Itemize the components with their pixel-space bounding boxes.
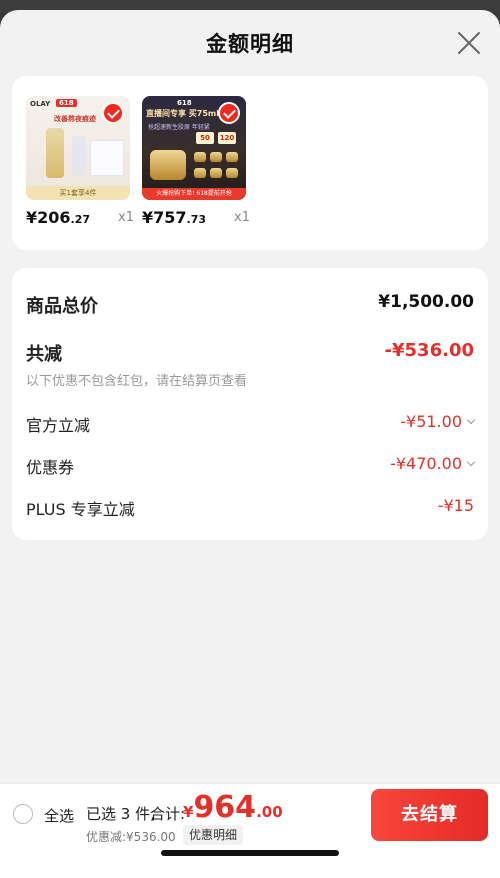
sheet-header: 金额明细 [0, 10, 500, 76]
image-footer: 买1套享4件 [26, 186, 130, 200]
discount-note: 以下优惠不包含红包，请在结算页查看 [26, 374, 248, 389]
selected-count: 已选 3 件, [86, 805, 155, 823]
sheet-title: 金额明细 [206, 32, 294, 56]
checkout-button[interactable]: 去结算 [371, 789, 488, 841]
close-icon[interactable] [456, 30, 482, 56]
discount-value: -¥51.00 [400, 412, 476, 431]
chevron-down-icon [466, 415, 476, 425]
chevron-down-icon [466, 457, 476, 467]
promo-sub: 抢超速新生胶原 年轻紧 [148, 124, 210, 131]
badge-618: 618 [56, 99, 77, 107]
discount-amount: 优惠减:¥536.00 [86, 830, 176, 844]
box-graphic [90, 140, 124, 176]
product-item[interactable]: OLAY 618 改善熬夜痕迹 买1套享4件 ¥206.27 x1 [26, 96, 134, 230]
total-price: ¥964.00 [183, 790, 283, 825]
total-value: ¥1,500.00 [378, 292, 474, 312]
discount-label: PLUS 专享立减 [26, 500, 135, 519]
coupon-tag: 120 [218, 132, 236, 144]
discount-value: -¥470.00 [390, 454, 476, 473]
product-price: ¥206.27 [26, 208, 91, 227]
image-footer: 火爆抢购下单! 618提前开抢 [142, 188, 246, 200]
price-summary-card: 商品总价 ¥1,500.00 共减 -¥536.00 以下优惠不包含红包，请在结… [12, 268, 488, 540]
jar-graphic [210, 152, 222, 162]
sum-label: 合计: [150, 805, 186, 823]
product-qty: x1 [118, 210, 134, 225]
price-row: ¥757.73 x1 [142, 206, 250, 230]
amount-detail-sheet: 金额明细 OLAY 618 改善熬夜痕迹 买1套享4件 ¥206.27 x1 6… [0, 10, 500, 878]
select-all-label[interactable]: 全选 [44, 805, 74, 826]
jar-graphic [194, 168, 206, 178]
jar-graphic [210, 168, 222, 178]
product-qty: x1 [234, 210, 250, 225]
checkout-bar: 全选 已选 3 件, 合计: ¥964.00 优惠减:¥536.00 优惠明细 … [0, 783, 500, 878]
bottle-graphic [46, 128, 64, 178]
jar-graphic [194, 152, 206, 162]
total-label: 商品总价 [26, 296, 98, 317]
product-image: OLAY 618 改善熬夜痕迹 买1套享4件 [26, 96, 130, 200]
checked-icon[interactable] [218, 102, 240, 124]
promo-text: 改善熬夜痕迹 [54, 115, 96, 123]
discount-label: 官方立减 [26, 416, 91, 435]
reduce-label: 共减 [26, 344, 62, 365]
jar-graphic [226, 152, 238, 162]
home-indicator [161, 850, 339, 856]
reduce-value: -¥536.00 [384, 340, 474, 361]
jar-graphic [150, 150, 186, 180]
bottle-graphic [72, 136, 86, 176]
coupon-tag: 50 [196, 132, 214, 144]
discount-value: -¥15 [437, 496, 474, 515]
price-row: ¥206.27 x1 [26, 206, 134, 230]
product-list-card: OLAY 618 改善熬夜痕迹 买1套享4件 ¥206.27 x1 618 直播… [12, 76, 488, 250]
promo-headline: 直播间专享 买75ml得 [146, 109, 227, 118]
product-item[interactable]: 618 直播间专享 买75ml得 抢超速新生胶原 年轻紧 50 120 火爆抢购… [142, 96, 250, 230]
discount-detail-button[interactable]: 优惠明细 [183, 825, 244, 845]
jar-graphic [226, 168, 238, 178]
brand-tag: OLAY [30, 100, 51, 108]
discount-label: 优惠券 [26, 458, 75, 477]
badge-618: 618 [177, 99, 192, 107]
product-price: ¥757.73 [142, 208, 207, 227]
select-all-radio[interactable] [13, 804, 33, 824]
product-image: 618 直播间专享 买75ml得 抢超速新生胶原 年轻紧 50 120 火爆抢购… [142, 96, 246, 200]
checked-icon[interactable] [102, 102, 124, 124]
